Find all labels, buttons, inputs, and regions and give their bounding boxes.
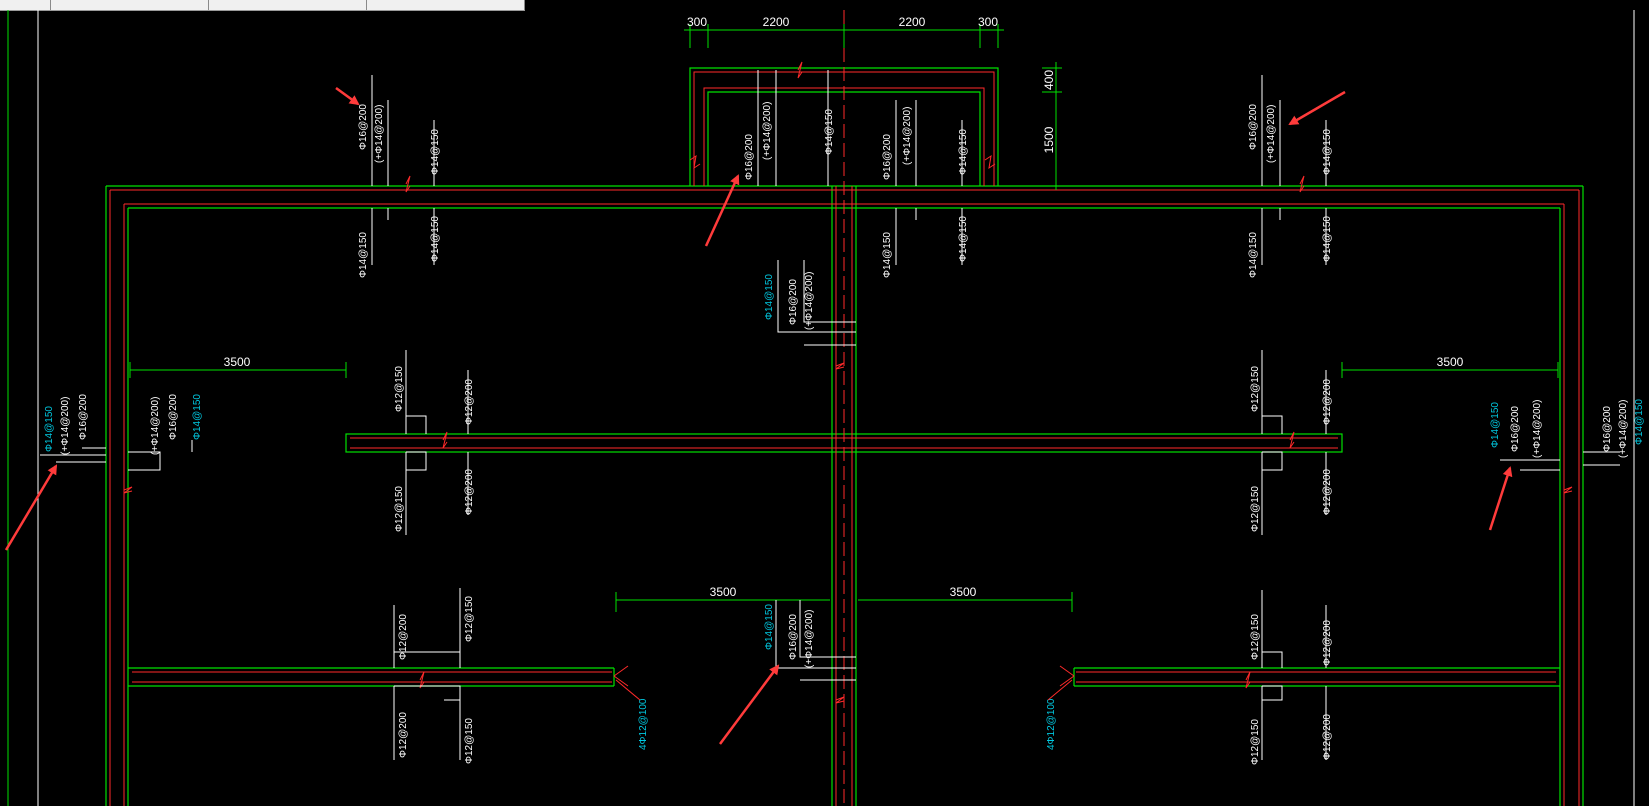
dim-3500-center-right: 3500: [950, 585, 977, 599]
dim-400: 400: [1042, 70, 1056, 90]
label-center-up-a: Φ16@200: [788, 279, 799, 325]
label-top-left-e: Φ14@150: [430, 216, 441, 262]
tab-4[interactable]: [366, 0, 525, 10]
label-center-up-b: (+Φ14@200): [804, 272, 815, 330]
dim-2200-left: 2200: [763, 15, 790, 29]
label-right-out-a: Φ16@200: [1602, 406, 1613, 452]
label-low-center-cyan: Φ14@150: [764, 604, 775, 650]
label-left-in-a: (+Φ14@200): [150, 397, 161, 455]
label-pit-d: Φ16@200: [882, 134, 893, 180]
dim-1500: 1500: [1042, 126, 1056, 153]
label-top-right-d: Φ14@150: [1248, 232, 1259, 278]
label-pit-e: (+Φ14@200): [902, 107, 913, 165]
label-right-out-b: (+Φ14@200): [1618, 400, 1629, 458]
label-low-r-d: Φ12@200: [1322, 714, 1333, 760]
label-low-center-a: Φ16@200: [788, 614, 799, 660]
arrow-left: [4, 464, 58, 551]
label-mid-l-b: Φ12@200: [464, 379, 475, 425]
label-mid-l-c: Φ12@150: [394, 486, 405, 532]
tab-3[interactable]: [208, 0, 367, 10]
label-pit-h: Φ14@150: [958, 216, 969, 262]
label-right-in-a: Φ16@200: [1510, 406, 1521, 452]
arrow-top-left: [335, 86, 360, 106]
label-right-in-cyan: Φ14@150: [1490, 402, 1501, 448]
label-pit-g: Φ14@150: [882, 232, 893, 278]
label-mid-r-d: Φ12@200: [1322, 469, 1333, 515]
label-right-out-cyan: Φ14@150: [1634, 399, 1645, 445]
label-mid-r-b: Φ12@200: [1322, 379, 1333, 425]
dim-300-left: 300: [687, 15, 707, 29]
tab-2[interactable]: [50, 0, 209, 10]
label-low-r-a: Φ12@150: [1250, 614, 1261, 660]
dim-300-right: 300: [978, 15, 998, 29]
label-top-right-a: Φ16@200: [1248, 104, 1259, 150]
label-low-l-c: Φ12@200: [398, 712, 409, 758]
label-left-in-b: Φ16@200: [168, 394, 179, 440]
label-end-left-cyan: 4Φ12@100: [638, 698, 649, 750]
label-top-left-b: (+Φ14@200): [374, 105, 385, 163]
label-low-l-b: Φ12@150: [464, 596, 475, 642]
label-top-left-d: Φ14@150: [358, 232, 369, 278]
label-top-left-a: Φ16@200: [358, 104, 369, 150]
arrow-right: [1488, 466, 1513, 531]
label-pit-f: Φ14@150: [958, 129, 969, 175]
label-low-center-b: (+Φ14@200): [804, 610, 815, 668]
label-top-left-c: Φ14@150: [430, 129, 441, 175]
label-top-right-b: (+Φ14@200): [1266, 105, 1277, 163]
label-left-out-b: Φ16@200: [78, 394, 89, 440]
label-left-out-cyan: Φ14@150: [44, 406, 55, 452]
label-top-right-c: Φ14@150: [1322, 129, 1333, 175]
label-right-in-b: (+Φ14@200): [1532, 400, 1543, 458]
arrow-bottom-center: [718, 664, 780, 745]
label-mid-r-c: Φ12@150: [1250, 486, 1261, 532]
label-pit-c: Φ14@150: [824, 109, 835, 155]
label-end-right-cyan: 4Φ12@100: [1046, 698, 1057, 750]
label-low-l-a: Φ12@200: [398, 614, 409, 660]
cad-drawing[interactable]: 300 2200 2200 300 400 1500 3500 3500 350…: [0, 10, 1649, 806]
dim-3500-right-mid: 3500: [1437, 355, 1464, 369]
label-pit-b: (+Φ14@200): [762, 102, 773, 160]
tab-1[interactable]: [0, 0, 51, 10]
label-low-r-b: Φ12@200: [1322, 620, 1333, 666]
label-pit-a: Φ16@200: [744, 134, 755, 180]
label-low-r-c: Φ12@150: [1250, 719, 1261, 765]
label-left-in-cyan: Φ14@150: [192, 394, 203, 440]
label-mid-l-a: Φ12@150: [394, 366, 405, 412]
leaders: [40, 70, 1620, 760]
label-low-l-d: Φ12@150: [464, 718, 475, 764]
label-mid-r-a: Φ12@150: [1250, 366, 1261, 412]
dim-3500-left-mid: 3500: [224, 355, 251, 369]
dimensions: 300 2200 2200 300 400 1500 3500 3500 350…: [129, 15, 1559, 612]
label-mid-l-d: Φ12@200: [464, 469, 475, 515]
label-top-right-e: Φ14@150: [1322, 216, 1333, 262]
dim-3500-center-left: 3500: [710, 585, 737, 599]
label-center-up-cyan: Φ14@150: [764, 274, 775, 320]
label-left-out-a: (+Φ14@200): [60, 397, 71, 455]
arrow-top-right: [1288, 90, 1346, 126]
dim-2200-right: 2200: [899, 15, 926, 29]
